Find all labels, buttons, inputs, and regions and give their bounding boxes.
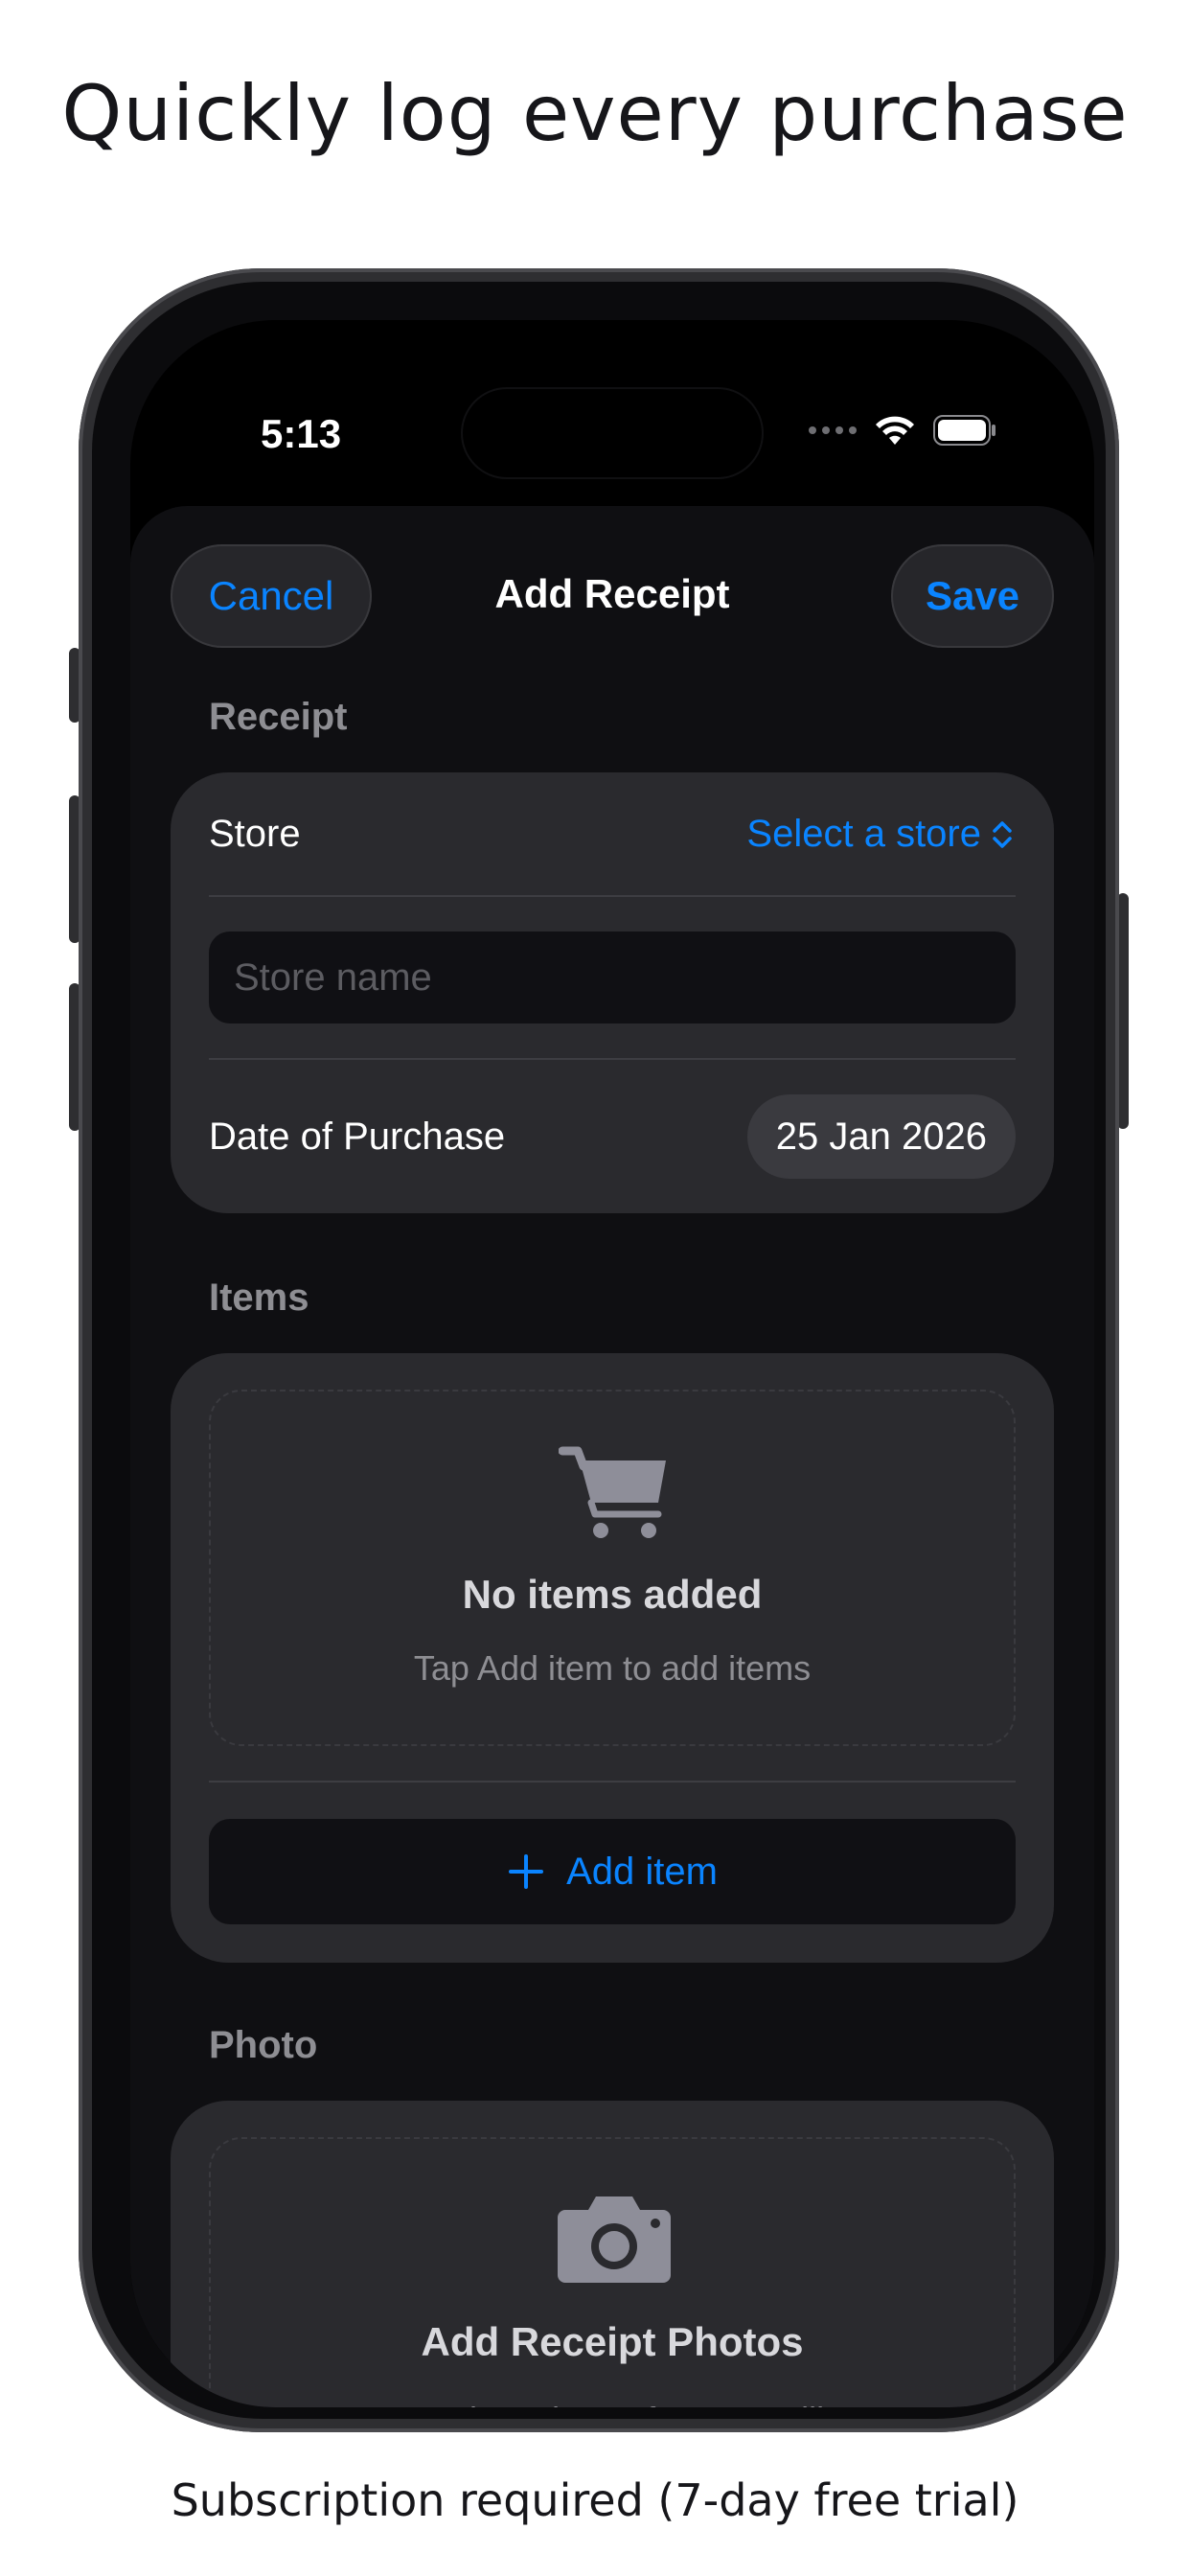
signal-dots-icon <box>809 426 857 434</box>
phone-bezel: 5:13 Cancel Add Receipt Save Receipt Sto… <box>92 282 1106 2419</box>
save-button[interactable]: Save <box>891 544 1054 648</box>
status-icons <box>809 414 998 447</box>
date-picker-button[interactable]: 25 Jan 2026 <box>746 1094 1016 1179</box>
section-header-items: Items <box>209 1276 309 1319</box>
add-item-label: Add item <box>566 1850 718 1893</box>
plus-icon <box>509 1854 544 1889</box>
section-header-receipt: Receipt <box>209 696 348 738</box>
phone-frame: 5:13 Cancel Add Receipt Save Receipt Sto… <box>79 268 1119 2432</box>
status-time: 5:13 <box>261 411 342 456</box>
receipt-card: Store Select a store Date of Purchase <box>171 772 1054 1213</box>
photo-picker-area[interactable]: Add Receipt Photos Tap to select photos … <box>209 2137 1016 2407</box>
items-empty-subtitle: Tap Add item to add items <box>413 1648 812 1688</box>
items-card: No items added Tap Add item to add items… <box>171 1353 1054 1963</box>
dynamic-island <box>463 389 762 477</box>
store-name-field[interactable] <box>209 932 1016 1024</box>
battery-icon <box>933 415 995 446</box>
marketing-headline: Quickly log every purchase <box>61 69 1129 158</box>
chevron-up-down-icon <box>993 820 1012 848</box>
app-screen: 5:13 Cancel Add Receipt Save Receipt Sto… <box>130 320 1094 2407</box>
divider <box>209 1781 1016 1782</box>
store-picker-value: Select a store <box>746 813 981 855</box>
divider <box>209 895 1016 897</box>
camera-icon <box>558 2196 671 2283</box>
photo-title: Add Receipt Photos <box>421 2319 804 2364</box>
store-name-input[interactable] <box>232 954 1016 1000</box>
divider <box>209 1058 1016 1060</box>
marketing-footer: Subscription required (7-day free trial) <box>171 2474 1019 2526</box>
add-receipt-sheet: Cancel Add Receipt Save Receipt Store Se… <box>130 506 1094 2407</box>
wifi-icon <box>876 416 914 445</box>
store-picker[interactable]: Select a store <box>746 813 1016 856</box>
photo-subtitle: Tap to select photos from your library <box>211 2400 1014 2407</box>
items-empty-state: No items added Tap Add item to add items <box>209 1390 1016 1746</box>
photo-card[interactable]: Add Receipt Photos Tap to select photos … <box>171 2101 1054 2407</box>
date-of-purchase-label: Date of Purchase <box>209 1116 506 1158</box>
section-header-photo: Photo <box>209 2024 318 2066</box>
cart-icon <box>559 1446 666 1538</box>
add-item-button[interactable]: Add item <box>209 1819 1016 1924</box>
items-empty-title: No items added <box>462 1572 763 1617</box>
store-label: Store <box>209 813 301 855</box>
